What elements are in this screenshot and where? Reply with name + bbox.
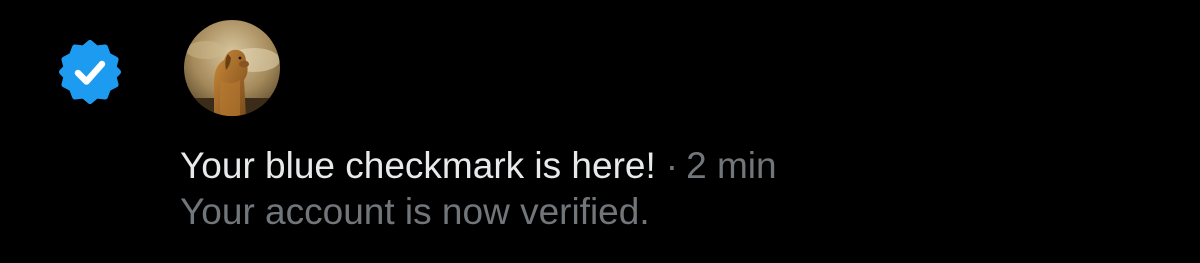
notification-time: 2 min bbox=[686, 145, 777, 186]
time-separator: · bbox=[665, 145, 679, 186]
avatar[interactable] bbox=[184, 20, 280, 116]
notification-body: Your account is now verified. bbox=[180, 191, 650, 232]
notification-item[interactable]: Your blue checkmark is here! · 2 min Your … bbox=[0, 0, 1200, 263]
verified-badge-shape bbox=[59, 40, 121, 104]
verified-badge-icon bbox=[58, 40, 122, 104]
notification-title-line: Your blue checkmark is here! · 2 min bbox=[180, 142, 777, 190]
notification-text: Your blue checkmark is here! · 2 min Your … bbox=[180, 142, 777, 236]
notification-title: Your blue checkmark is here! bbox=[180, 145, 656, 186]
